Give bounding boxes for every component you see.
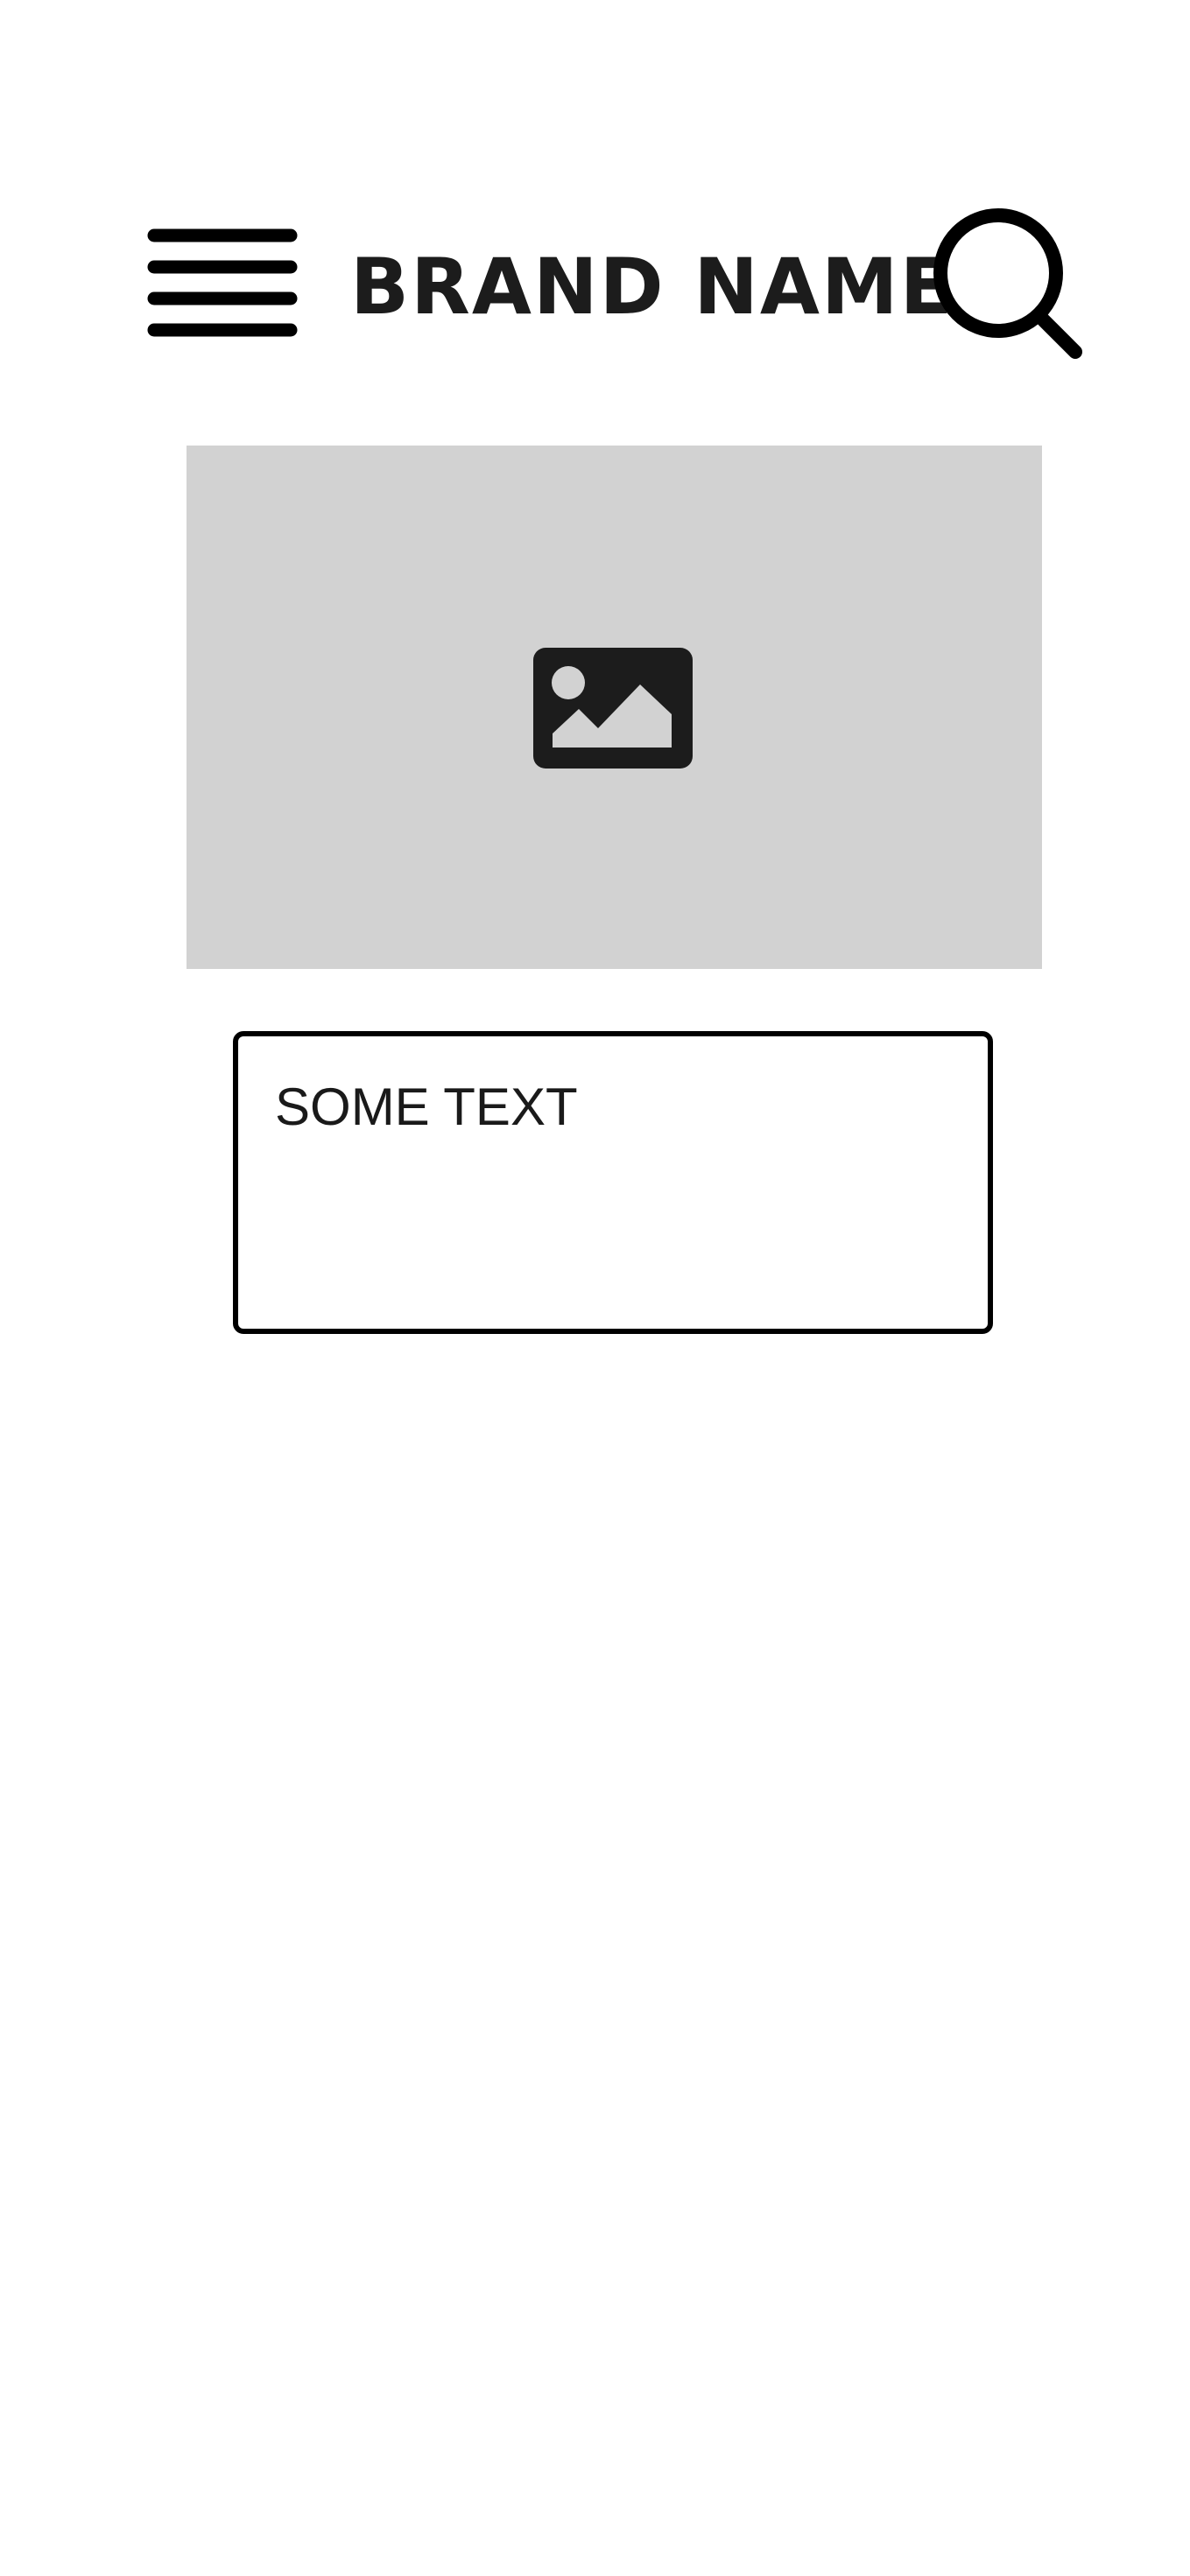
text-card: SOME TEXT <box>233 1031 993 1334</box>
top-header: BRAND NAME <box>0 193 1190 359</box>
search-button[interactable] <box>930 205 1088 362</box>
mobile-wireframe-page: BRAND NAME SOME TEXT <box>0 0 1190 2576</box>
image-placeholder-icon <box>533 648 693 769</box>
card-text: SOME TEXT <box>275 1077 578 1136</box>
hamburger-menu-icon <box>147 228 298 337</box>
menu-button[interactable] <box>147 228 298 338</box>
hero-image-placeholder <box>187 446 1042 969</box>
brand-name[interactable]: BRAND NAME <box>350 235 953 340</box>
search-icon <box>933 208 1082 359</box>
